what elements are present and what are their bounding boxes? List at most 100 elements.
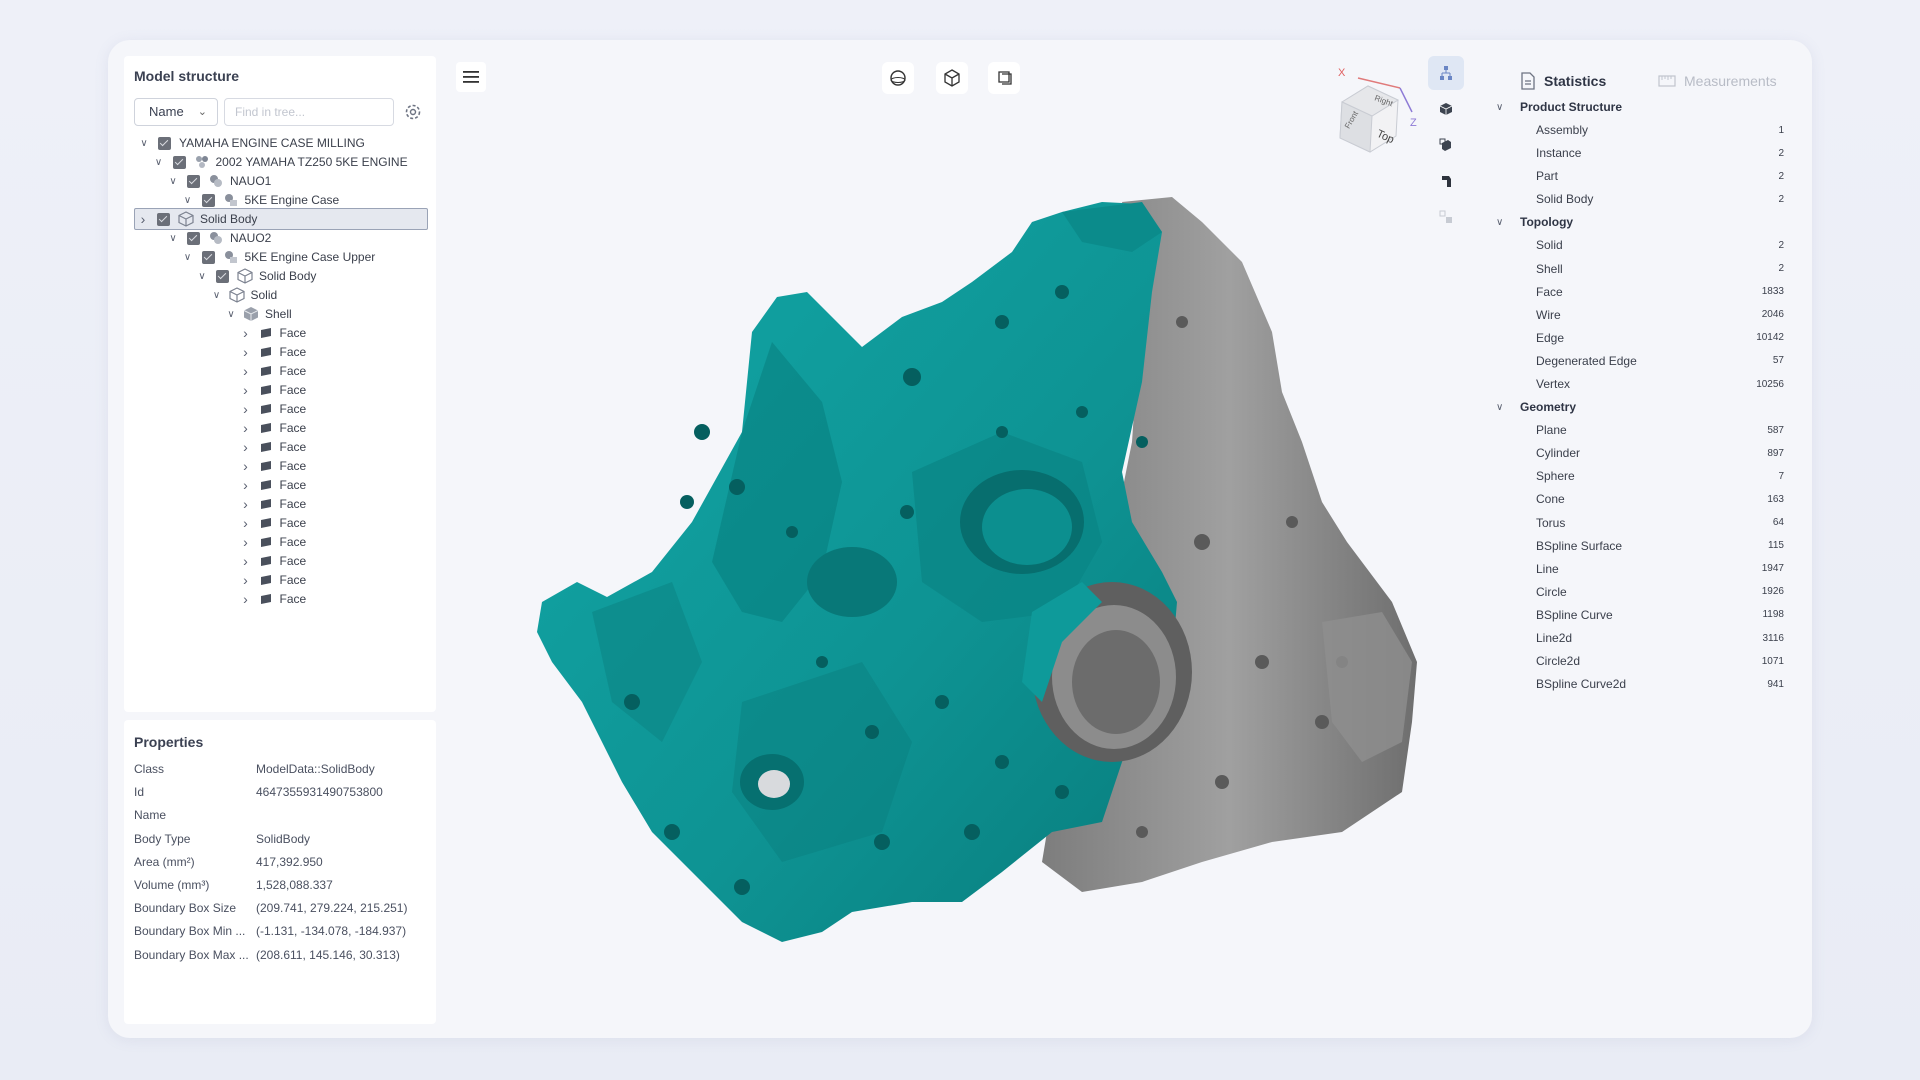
tree-item-label: Face: [279, 478, 307, 492]
face-icon: [258, 496, 274, 512]
chevron-down-icon[interactable]: ∨: [180, 252, 196, 263]
face-icon: [258, 515, 274, 531]
tree-item-label: YAMAHA ENGINE CASE MILLING: [179, 136, 365, 150]
visibility-checkbox[interactable]: [158, 136, 171, 150]
stat-row: Shell 2: [1536, 259, 1784, 279]
tab-statistics[interactable]: Statistics: [1520, 66, 1606, 96]
face-icon: [258, 420, 274, 436]
tree-settings-gear-icon[interactable]: [403, 102, 423, 122]
tab-measurements-label: Measurements: [1684, 73, 1777, 89]
stat-value: 3116: [1762, 632, 1784, 644]
chevron-right-icon[interactable]: ›: [238, 344, 254, 360]
shell-icon: [243, 306, 259, 322]
cube-view-button[interactable]: [936, 62, 968, 94]
stats-tabs: Statistics Measurements: [1484, 66, 1796, 96]
chevron-right-icon[interactable]: ›: [238, 477, 254, 493]
stat-value: 57: [1772, 355, 1784, 367]
chevron-down-icon: ∨: [1496, 101, 1504, 113]
box-tool-button[interactable]: [1428, 92, 1464, 126]
stat-group-title: Product Structure: [1520, 100, 1623, 114]
engine-case-model[interactable]: [442, 142, 1482, 1022]
tree-item-label: Face: [279, 345, 307, 359]
stat-group-header[interactable]: ∨ Product Structure: [1496, 100, 1622, 114]
chevron-right-icon[interactable]: ›: [238, 420, 254, 436]
stat-label: Solid: [1536, 238, 1563, 253]
property-value: SolidBody: [256, 831, 311, 846]
chevron-down-icon[interactable]: ∨: [209, 290, 225, 301]
chevron-down-icon[interactable]: ∨: [180, 195, 196, 206]
stat-row: Face 1833: [1536, 282, 1784, 302]
stat-label: Torus: [1536, 515, 1566, 530]
chevron-down-icon[interactable]: ∨: [223, 309, 239, 320]
stat-label: Line: [1536, 561, 1559, 576]
visibility-checkbox[interactable]: [201, 193, 215, 207]
chevron-right-icon[interactable]: ›: [238, 553, 254, 569]
tab-measurements[interactable]: Measurements: [1658, 66, 1777, 96]
chevron-down-icon[interactable]: ∨: [165, 176, 181, 187]
visibility-checkbox[interactable]: [216, 269, 229, 283]
stat-value: 1947: [1761, 563, 1784, 575]
model-structure-title: Model structure: [134, 68, 240, 84]
tree-item[interactable]: › Face: [238, 588, 306, 610]
visibility-checkbox[interactable]: [201, 250, 215, 264]
tree-item-label: Face: [279, 383, 307, 397]
stat-value: 64: [1772, 517, 1784, 528]
visibility-checkbox[interactable]: [187, 174, 200, 188]
model-structure-panel: Model structure Name ⌄ ∨ YAMAHA ENGINE CA…: [124, 56, 436, 712]
visibility-checkbox[interactable]: [157, 212, 170, 226]
stat-group-header[interactable]: ∨ Geometry: [1496, 400, 1576, 414]
face-icon: [258, 534, 274, 550]
stat-label: Assembly: [1536, 123, 1589, 137]
chevron-down-icon[interactable]: ∨: [136, 138, 152, 149]
chevron-right-icon[interactable]: ›: [238, 363, 254, 379]
visibility-checkbox[interactable]: [187, 231, 200, 245]
tree-item-label: NAUO2: [230, 231, 272, 245]
chevron-right-icon[interactable]: ›: [238, 439, 254, 455]
sort-select-value: Name: [149, 104, 184, 119]
chevron-right-icon[interactable]: ›: [135, 211, 151, 227]
tree-toggle-button[interactable]: [1428, 56, 1464, 90]
sphere-view-button[interactable]: [882, 62, 914, 94]
stat-row: Cylinder 897: [1536, 443, 1784, 463]
sort-select[interactable]: Name ⌄: [134, 98, 218, 126]
cube-view-icon: [944, 69, 960, 87]
chevron-right-icon[interactable]: ›: [238, 458, 254, 474]
face-icon: [258, 439, 274, 455]
stat-row: BSpline Surface 115: [1536, 536, 1784, 556]
face-icon: [258, 325, 274, 341]
stat-label: Cylinder: [1536, 446, 1581, 461]
chevron-right-icon[interactable]: ›: [238, 572, 254, 588]
chevron-right-icon[interactable]: ›: [238, 515, 254, 531]
stat-group-title: Topology: [1520, 215, 1574, 230]
stat-value: 1198: [1762, 609, 1784, 621]
stat-value: 10256: [1756, 378, 1784, 390]
tree-item-label: Face: [279, 326, 307, 340]
chevron-right-icon[interactable]: ›: [238, 534, 254, 550]
tree-item-label: Face: [279, 440, 307, 454]
stat-label: BSpline Curve2d: [1536, 677, 1627, 692]
visibility-checkbox[interactable]: [172, 155, 186, 169]
stat-value: 163: [1767, 493, 1784, 505]
chevron-down-icon[interactable]: ∨: [194, 271, 210, 282]
hamburger-menu-button[interactable]: [456, 62, 486, 92]
solid-body-icon: [178, 211, 194, 227]
stat-row: Assembly 1: [1536, 120, 1784, 140]
tree-search-input[interactable]: [224, 98, 394, 126]
tab-statistics-label: Statistics: [1544, 73, 1607, 89]
chevron-right-icon[interactable]: ›: [238, 496, 254, 512]
chevron-down-icon[interactable]: ∨: [151, 157, 167, 168]
chevron-right-icon[interactable]: ›: [238, 382, 254, 398]
3d-viewport[interactable]: X Z Top Front Right: [442, 52, 1482, 1032]
chevron-right-icon[interactable]: ›: [238, 591, 254, 607]
section-view-button[interactable]: [988, 62, 1020, 94]
instance-icon: [208, 173, 224, 189]
chevron-right-icon[interactable]: ›: [238, 401, 254, 417]
property-row: Id 4647355931490753800: [134, 785, 383, 805]
chevron-down-icon[interactable]: ∨: [165, 233, 181, 244]
stat-value: 1833: [1761, 286, 1784, 298]
box-tool-icon: [1439, 103, 1453, 115]
property-key: Class: [134, 762, 165, 776]
stat-group-header[interactable]: ∨ Topology: [1496, 215, 1573, 229]
chevron-right-icon[interactable]: ›: [238, 325, 254, 341]
stat-group-title: Geometry: [1520, 400, 1577, 415]
